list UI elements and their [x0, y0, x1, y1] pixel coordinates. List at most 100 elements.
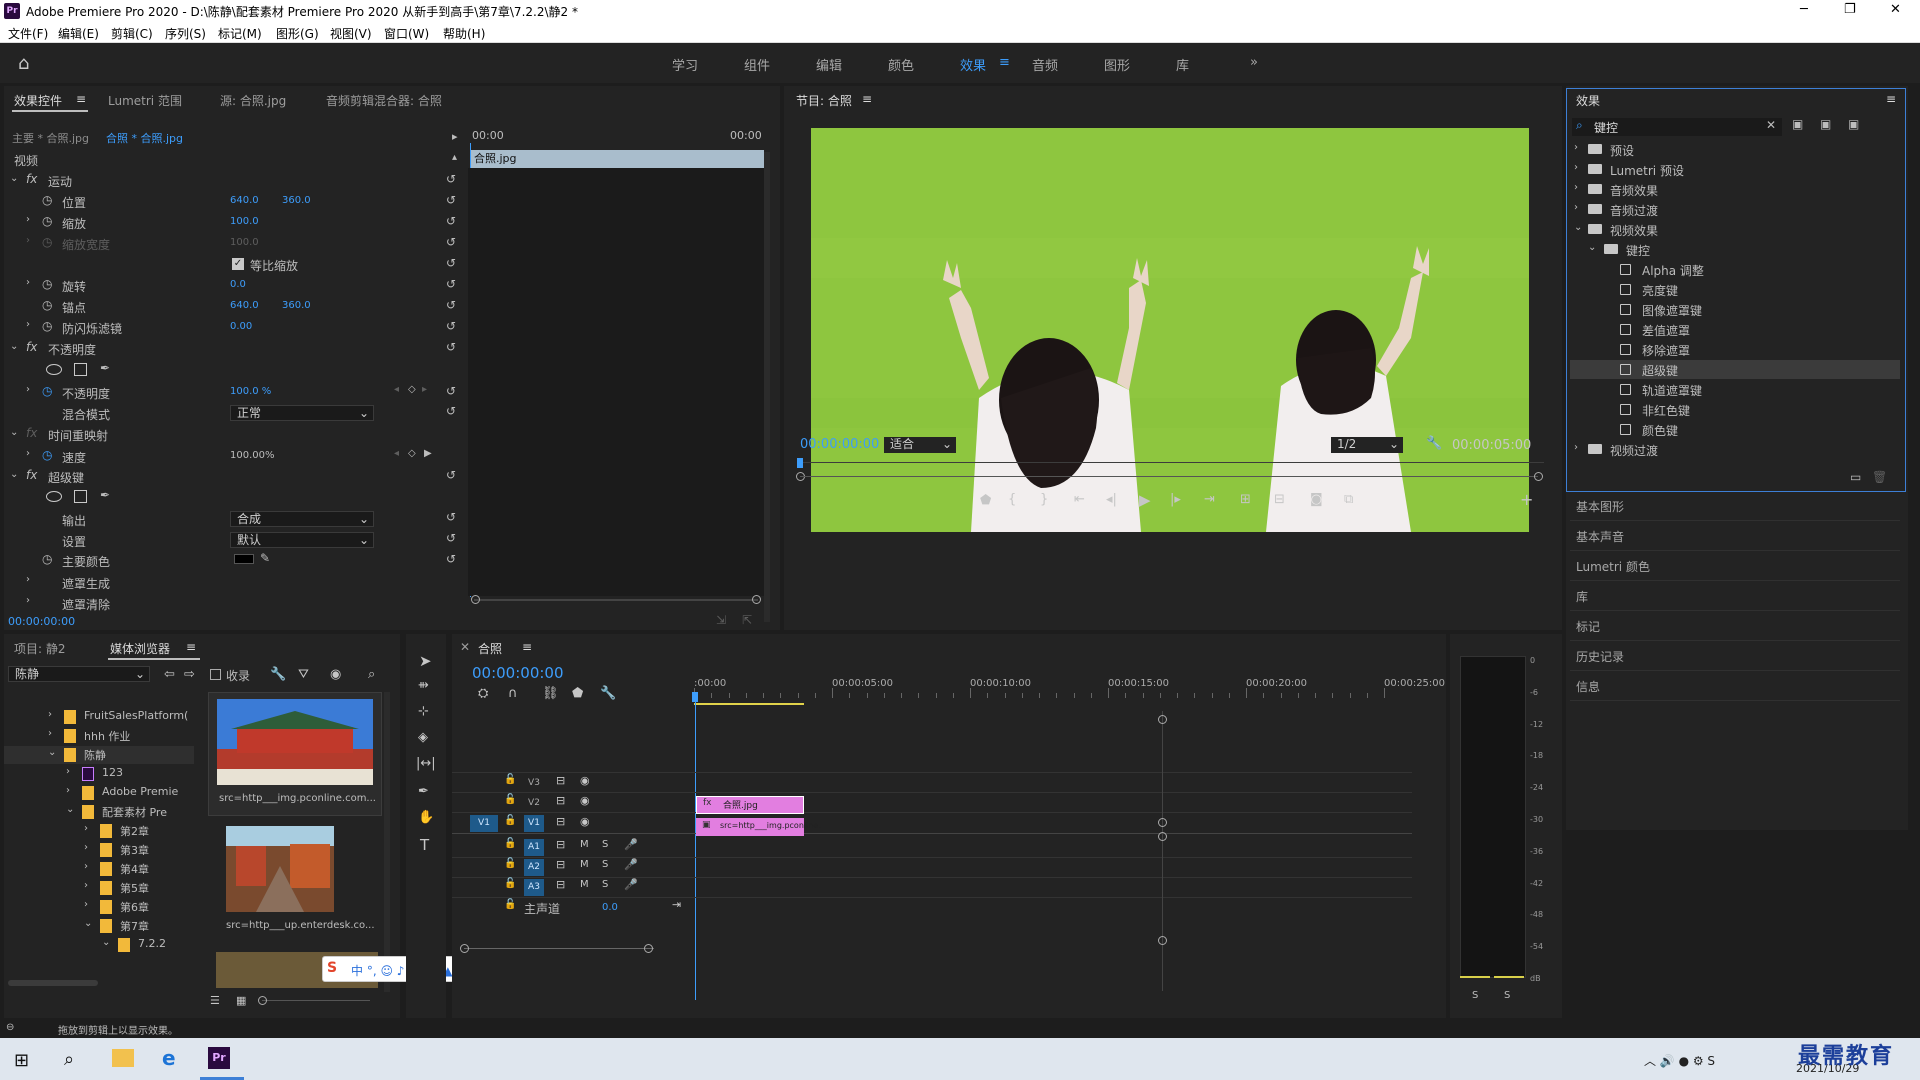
expand-icon[interactable]: ›	[26, 277, 30, 288]
extract-icon[interactable]: ⊟	[1274, 492, 1285, 507]
view-icon[interactable]: ◉	[330, 667, 341, 682]
fx-icon[interactable]: fx	[26, 172, 37, 186]
play-icon[interactable]: ▶	[1139, 491, 1151, 509]
panel-menu-icon[interactable]: ≡	[76, 92, 86, 106]
side-panel-tab[interactable]: 库	[1576, 588, 1588, 605]
effects-tree-item[interactable]: › 音频效果	[1570, 180, 1900, 199]
ec-scrollbar[interactable]	[764, 152, 770, 622]
timeline-playhead-line[interactable]	[695, 700, 696, 1000]
lock-icon[interactable]: 🔓	[504, 774, 516, 785]
camera-icon[interactable]: ◙	[1310, 492, 1323, 507]
tab-source[interactable]: 源: 合照.jpg	[220, 92, 286, 109]
effects-tree-item[interactable]: › 音频过渡	[1570, 200, 1900, 219]
chevron-right-icon[interactable]: ›	[1574, 202, 1578, 213]
sequence-clip-label[interactable]: 合照 * 合照.jpg	[106, 130, 183, 146]
stopwatch-icon[interactable]: ◷	[42, 277, 52, 291]
anchor-x-value[interactable]: 640.0	[230, 300, 259, 311]
workspace-graphics[interactable]: 图形	[1104, 55, 1130, 74]
effects-search-input[interactable]: 键控	[1594, 119, 1618, 136]
matte-generation-label[interactable]: 遮罩生成	[62, 575, 110, 592]
menu-file[interactable]: 文件(F)	[8, 25, 48, 42]
menu-clip[interactable]: 剪辑(C)	[111, 25, 153, 42]
wrench-icon[interactable]: 🔧	[1426, 436, 1442, 451]
effects-tree-item[interactable]: › 视频过渡	[1570, 440, 1900, 459]
lock-icon[interactable]: 🔓	[504, 815, 516, 826]
reset-icon[interactable]: ↺	[446, 319, 456, 333]
resolution-select[interactable]: 1/2 ⌄	[1331, 437, 1403, 453]
scroll-handle[interactable]	[460, 944, 469, 953]
zoom-handle-right[interactable]	[1534, 472, 1543, 481]
position-y-value[interactable]: 360.0	[282, 195, 311, 206]
type-tool-icon[interactable]: T	[420, 836, 429, 854]
workspace-color[interactable]: 颜色	[888, 55, 914, 74]
chevron-right-icon[interactable]: ›	[48, 709, 52, 720]
voiceover-mic-icon[interactable]: 🎤	[624, 838, 638, 851]
razor-tool-icon[interactable]: ◈	[418, 730, 428, 745]
nest-toggle-icon[interactable]: ⛭	[478, 686, 488, 701]
solo-icon[interactable]: S	[602, 879, 608, 890]
accelerated-effects-icon[interactable]: ▣	[1792, 117, 1803, 131]
ripple-edit-tool-icon[interactable]: ⊹	[418, 704, 429, 719]
chevron-right-icon[interactable]: ›	[84, 823, 88, 834]
add-keyframe-icon[interactable]: ◇	[408, 384, 416, 395]
lock-icon[interactable]: 🔓	[504, 858, 516, 869]
chevron-down-icon[interactable]: ⌄	[1588, 242, 1596, 253]
home-icon[interactable]: ⌂	[18, 53, 29, 74]
anchor-y-value[interactable]: 360.0	[282, 300, 311, 311]
chevron-right-icon[interactable]: ›	[48, 728, 52, 739]
eye-icon[interactable]: ◉	[580, 774, 590, 787]
solo-icon[interactable]: S	[602, 839, 608, 850]
linked-selection-icon[interactable]: ⛓	[542, 686, 559, 701]
maximize-icon[interactable]: ❐	[1844, 2, 1856, 17]
chevron-down-icon[interactable]: ⌄	[48, 747, 56, 758]
stopwatch-icon[interactable]: ◷	[42, 193, 52, 207]
anti-flicker-value[interactable]: 0.00	[230, 321, 252, 332]
reset-icon[interactable]: ↺	[446, 468, 456, 482]
next-keyframe-icon[interactable]: ▶	[424, 448, 432, 459]
reset-icon[interactable]: ↺	[446, 384, 456, 398]
effects-tree-item[interactable]: 颜色键	[1570, 420, 1900, 439]
tab-project[interactable]: 项目: 静2	[14, 640, 66, 657]
slip-tool-icon[interactable]: |↔|	[416, 756, 436, 771]
chevron-down-icon[interactable]: ⌄	[102, 937, 110, 948]
lift-icon[interactable]: ⊞	[1240, 492, 1251, 507]
taskbar-search-icon[interactable]: ⌕	[64, 1049, 74, 1070]
eye-icon[interactable]: ◉	[580, 794, 590, 807]
windows-start-icon[interactable]: ⊞	[14, 1050, 29, 1071]
matte-cleanup-label[interactable]: 遮罩清除	[62, 596, 110, 613]
effects-tree-item[interactable]: Alpha 调整	[1570, 260, 1900, 279]
lock-icon[interactable]: 🔓	[504, 899, 516, 910]
sync-lock-icon[interactable]: ⊟	[556, 794, 565, 807]
premiere-taskbar-icon[interactable]: Pr	[208, 1047, 230, 1069]
ec-timecode[interactable]: 00:00:00:00	[8, 615, 75, 628]
chevron-right-icon[interactable]: ›	[1574, 182, 1578, 193]
program-zoom-bar[interactable]	[800, 476, 1538, 477]
panel-menu-icon[interactable]: ≡	[186, 640, 196, 654]
media-thumbnail[interactable]: src=http___up.enterdesk.co...	[208, 820, 382, 944]
clip-v2[interactable]: fx 合照.jpg	[696, 796, 804, 814]
collapse-icon[interactable]: ▴	[452, 152, 457, 163]
panel-menu-icon[interactable]: ≡	[522, 640, 532, 654]
reset-icon[interactable]: ↺	[446, 298, 456, 312]
thumbs-scrollbar[interactable]	[384, 692, 390, 992]
reset-icon[interactable]: ↺	[446, 256, 456, 270]
menu-sequence[interactable]: 序列(S)	[165, 25, 206, 42]
effects-title[interactable]: 效果	[1576, 92, 1600, 109]
track-a3-label[interactable]: A3	[524, 879, 544, 896]
add-keyframe-icon[interactable]: ◇	[408, 448, 416, 459]
folder-tree-item[interactable]: ⌄ 配套素材 Pre	[4, 803, 194, 821]
slider-handle[interactable]	[258, 996, 267, 1005]
fit-select[interactable]: 适合 ⌄	[884, 437, 956, 453]
eye-icon[interactable]: ◉	[580, 815, 590, 828]
chevron-down-icon[interactable]: ⌄	[66, 804, 74, 815]
rotation-value[interactable]: 0.0	[230, 279, 246, 290]
source-patch-v1[interactable]: V1	[470, 815, 498, 832]
chevron-right-icon[interactable]: ›	[1574, 142, 1578, 153]
folder-tree-item[interactable]: › 第3章	[4, 841, 194, 859]
favorites-checkbox[interactable]	[210, 669, 221, 680]
folder-tree-item[interactable]: ⌄ 第7章	[4, 917, 194, 935]
scroll-handle[interactable]	[1158, 715, 1167, 724]
effects-tree-item[interactable]: 移除遮罩	[1570, 340, 1900, 359]
wrench-icon[interactable]: 🔧	[270, 667, 286, 682]
prev-keyframe-icon[interactable]: ◂	[394, 384, 399, 395]
